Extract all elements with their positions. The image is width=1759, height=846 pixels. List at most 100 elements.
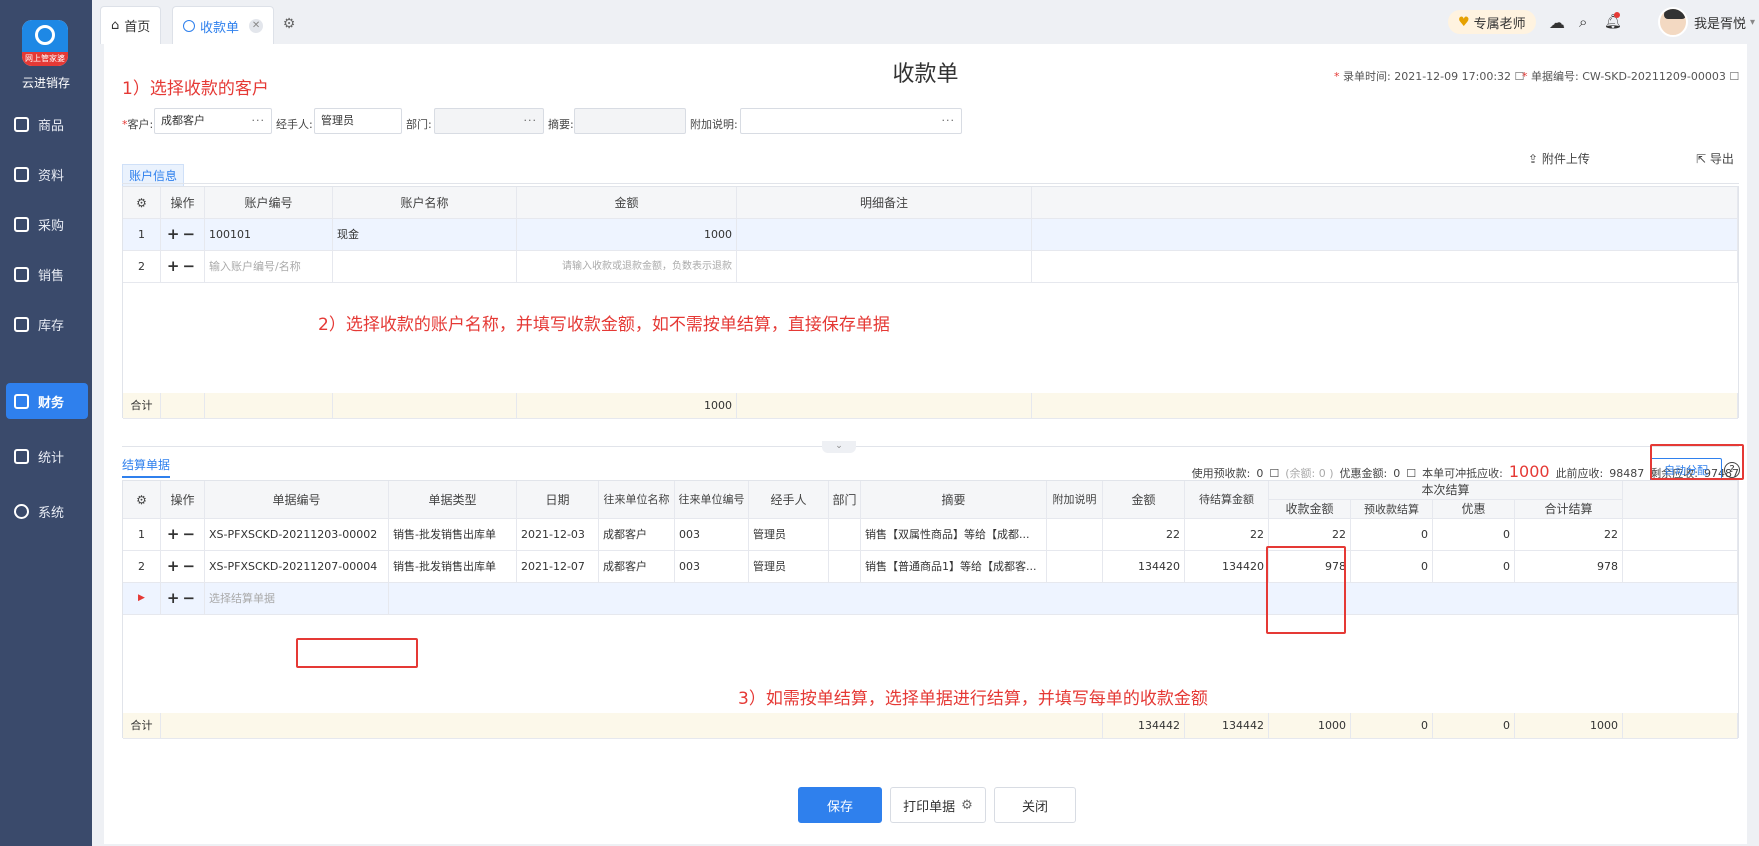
handler-field[interactable]: 管理员 [314,108,402,134]
app-logo[interactable]: 网上管家婆 [22,20,68,66]
col-header: 单据编号 [205,481,389,519]
more-icon[interactable]: ··· [942,109,956,133]
discount[interactable]: 0 [1433,519,1515,551]
nav-item-purchase[interactable]: 采购 [6,206,88,242]
user-menu[interactable]: 我是胥悦 ▾ [1694,10,1755,34]
doc-code[interactable]: XS-PFXSCKD-20211203-00002 [205,519,389,551]
export-button[interactable]: ⇱ 导出 [1696,150,1734,167]
account-name[interactable]: 现金 [333,219,517,251]
nav-item-sales[interactable]: 销售 [6,256,88,292]
doc-number-value: CW-SKD-20211209-00003 [1582,70,1726,83]
col-header: 摘要 [861,481,1047,519]
column-settings-gear-icon[interactable]: ⚙ [123,481,161,519]
row-add-remove[interactable]: +− [161,219,205,251]
account-code-input[interactable]: 输入账户编号/名称 [205,251,333,283]
account-amount-input[interactable]: 请输入收款或退款金额，负数表示退款 [517,251,737,283]
row-add-remove[interactable]: +− [161,519,205,551]
pending-amount: 134420 [1185,551,1269,583]
doc-summary: 销售【双属性商品】等给【成都... [861,519,1047,551]
close-button[interactable]: 关闭 [994,787,1076,823]
edit-icon[interactable]: ☐ [1729,70,1739,83]
tab-receipt[interactable]: 收款单 ✕ [172,6,275,45]
avatar[interactable] [1658,7,1688,37]
col-header: 操作 [161,187,205,219]
more-icon[interactable]: ··· [524,109,538,133]
entry-time-value: 2021-12-09 17:00:32 [1394,70,1512,83]
nav-item-stats[interactable]: 统计 [6,438,88,474]
col-header: 经手人 [749,481,829,519]
prepay-settle[interactable]: 0 [1351,551,1433,583]
total-prepay: 0 [1351,713,1433,739]
total-filler [1623,713,1738,739]
gear-icon[interactable]: ⚙ [961,798,973,813]
account-remark[interactable] [737,251,1032,283]
row-add-remove[interactable]: +− [161,251,205,283]
edit-icon[interactable]: ☐ [1406,467,1416,480]
col-header: 预收款结算 [1351,500,1433,519]
exclusive-teacher[interactable]: ♥ 专属老师 [1448,10,1536,34]
profile-icon [14,166,29,182]
nav-item-finance[interactable]: 财务 [6,383,88,419]
total-amount: 1000 [517,393,737,419]
column-settings-gear-icon[interactable]: ⚙ [123,187,161,219]
more-icon[interactable]: ··· [252,109,266,133]
doc-number: * 单据编号: CW-SKD-20211209-00003 ☐ [1522,70,1740,83]
collapse-chevron-icon[interactable]: ⌄ [822,441,856,453]
nav-item-goods[interactable]: 商品 [6,106,88,142]
row-filler [1032,219,1738,251]
nav-label: 资料 [38,168,65,184]
annotation-3: 3）如需按单结算，选择单据进行结算，并填写每单的收款金额 [738,689,1208,709]
tab-settings-gear-icon[interactable]: ⚙ [280,16,298,34]
receipt-icon [183,20,195,32]
highlight-box-receive [1266,546,1346,634]
customer-field[interactable]: 成都客户 ··· [154,108,272,134]
nav-label: 系统 [38,505,65,521]
tab-home[interactable]: ⌂ 首页 [100,6,162,44]
total-amount: 134442 [1103,713,1185,739]
upload-attachment-button[interactable]: ⇪ 附件上传 [1528,150,1590,167]
account-amount[interactable]: 1000 [517,219,737,251]
account-remark[interactable] [737,219,1032,251]
prepay-settle[interactable]: 0 [1351,519,1433,551]
department-field[interactable]: ··· [434,108,544,134]
col-header: 收款金额 [1269,500,1351,519]
inventory-icon [14,316,29,332]
bell-icon[interactable]: 🔔︎ [1604,10,1622,34]
summary-field[interactable] [574,108,686,134]
export-icon: ⇱ [1696,152,1710,166]
close-icon[interactable]: ✕ [249,19,264,33]
divider [122,183,1739,184]
total-discount: 0 [1433,713,1515,739]
save-button[interactable]: 保存 [798,787,882,823]
discount[interactable]: 0 [1433,551,1515,583]
note-field[interactable]: ··· [740,108,962,134]
annotation-2: 2）选择收款的账户名称，并填写收款金额，如不需按单结算，直接保存单据 [318,315,890,335]
account-code[interactable]: 100101 [205,219,333,251]
nav-label: 销售 [38,268,65,284]
print-button[interactable]: 打印单据 ⚙ [890,787,986,823]
purchase-icon [14,216,29,232]
nav-item-profile[interactable]: 资料 [6,156,88,192]
col-header: 日期 [517,481,599,519]
nav-item-inventory[interactable]: 库存 [6,306,88,342]
discount-label: 优惠金额: [1339,467,1388,480]
col-header: 往来单位编号 [675,481,749,519]
select-settle-doc-input[interactable]: 选择结算单据 [205,583,389,615]
account-name[interactable] [333,251,517,283]
col-header: 账户名称 [333,187,517,219]
doc-code[interactable]: XS-PFXSCKD-20211207-00004 [205,551,389,583]
nav-item-system[interactable]: 系统 [6,493,88,529]
doc-type: 销售-批发销售出库单 [389,519,517,551]
goods-icon [14,116,29,132]
doc-type: 销售-批发销售出库单 [389,551,517,583]
row-add-remove[interactable]: +− [161,551,205,583]
cloud-icon[interactable]: ☁ [1549,10,1565,34]
edit-icon[interactable]: ☐ [1269,467,1279,480]
search-icon[interactable]: ⌕ [1579,10,1587,34]
row-add-remove[interactable]: +− [161,583,205,615]
upload-icon: ⇪ [1528,152,1542,166]
tab-label: 收款单 [200,20,240,36]
col-header: 部门 [829,481,861,519]
tab-settle-docs[interactable]: 结算单据 [122,456,171,478]
customer-label: *客户: [122,118,154,131]
